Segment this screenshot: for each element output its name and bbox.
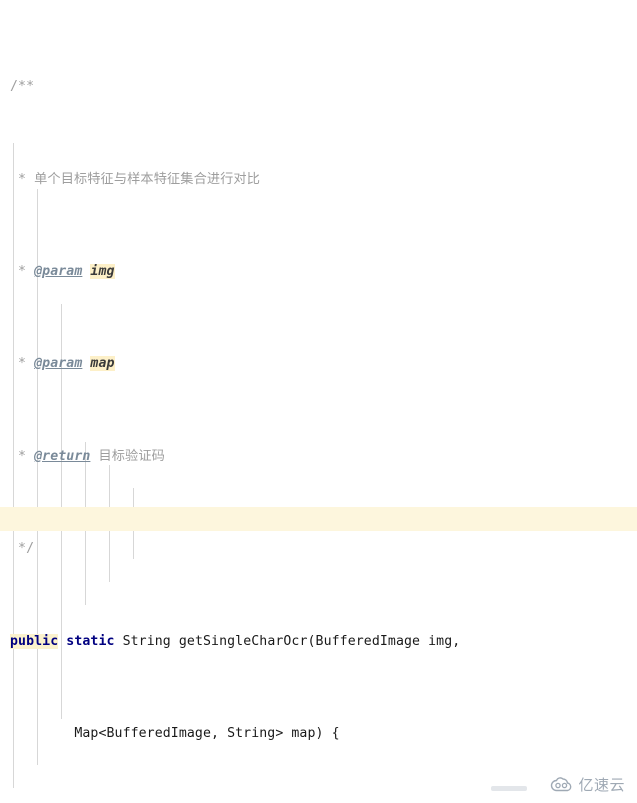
watermark-text: 亿速云 [578,777,625,794]
javadoc-star: * [10,171,35,187]
code-content[interactable]: /** * 单个目标特征与样本特征集合进行对比 * @param img * @… [0,0,637,803]
method-signature: getSingleCharOcr(BufferedImage img, [170,633,461,649]
code-line[interactable]: Map<BufferedImage, String> map) { [0,722,637,745]
javadoc-star: * [10,356,35,372]
javadoc-star: * [10,448,35,464]
javadoc-param-map: map [90,356,115,372]
keyword-static: static [66,633,115,649]
code-line[interactable]: * @param map [0,352,637,375]
code-line[interactable]: * 单个目标特征与样本特征集合进行对比 [0,168,637,191]
type-String: String [122,633,171,649]
keyword-public: public [10,633,59,649]
watermark: 亿速云 [550,774,625,795]
javadoc-tag-param: @param [34,264,83,280]
javadoc-param-img: img [90,264,115,280]
code-line[interactable]: */ [0,537,637,560]
javadoc-tag-return: @return [34,448,91,464]
javadoc-return-desc: 目标验证码 [98,448,165,464]
javadoc-star: * [10,264,35,280]
javadoc-close: */ [10,541,35,557]
watermark-bar [491,786,527,791]
javadoc-summary: 单个目标特征与样本特征集合进行对比 [34,171,261,187]
code-editor[interactable]: /** * 单个目标特征与样本特征集合进行对比 * @param img * @… [0,0,637,803]
cloud-icon [551,777,572,792]
code-line[interactable]: /** [0,75,637,98]
code-line[interactable]: * @param img [0,260,637,283]
code-line[interactable]: public static String getSingleCharOcr(Bu… [0,630,637,653]
map-signature: Map<BufferedImage, String> map) { [74,725,340,741]
javadoc-open: /** [10,79,35,95]
javadoc-tag-param: @param [34,356,83,372]
code-line[interactable]: * @return 目标验证码 [0,445,637,468]
